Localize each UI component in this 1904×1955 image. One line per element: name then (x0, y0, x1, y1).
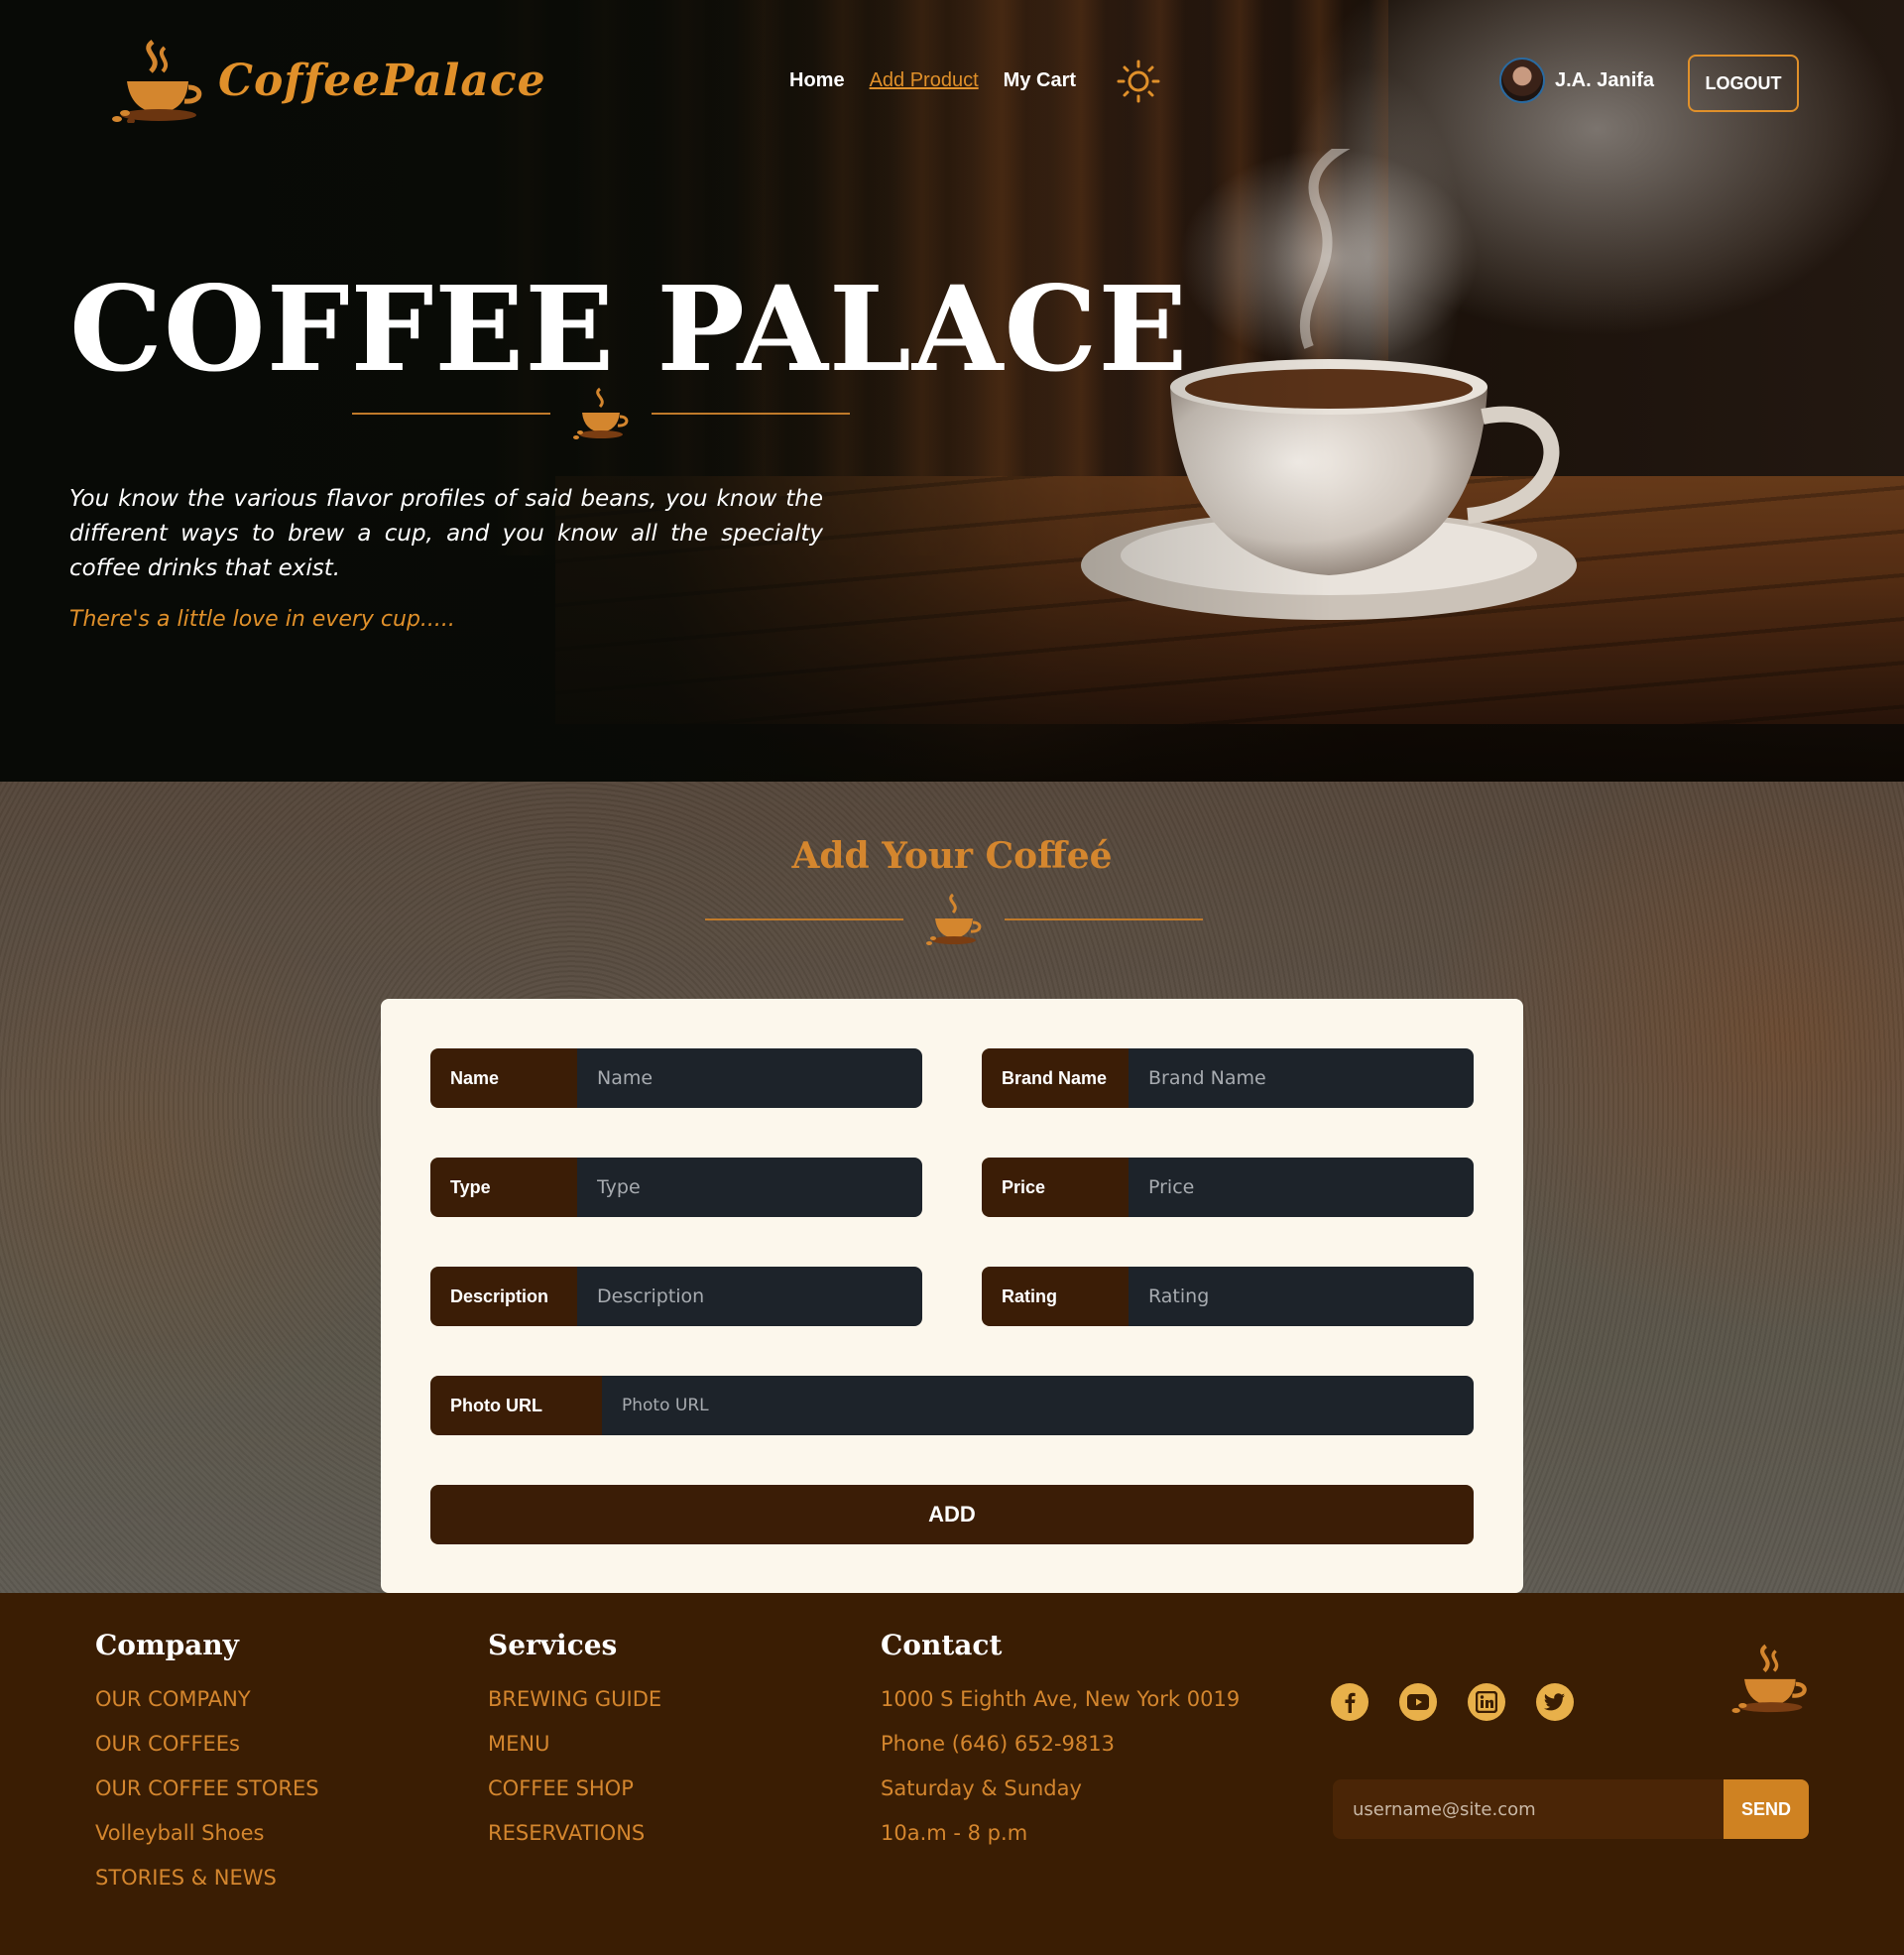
rating-input[interactable] (1129, 1267, 1474, 1326)
coffee-cup-footer-icon (1731, 1644, 1807, 1713)
footer-services-title: Services (488, 1629, 618, 1661)
footer-company-title: Company (95, 1629, 239, 1661)
brand-logo[interactable]: CoffeePalace (109, 38, 546, 123)
footer-link[interactable]: RESERVATIONS (488, 1811, 661, 1856)
sun-icon (1117, 60, 1160, 103)
price-label: Price (982, 1158, 1129, 1217)
rating-field: Rating (982, 1267, 1474, 1326)
contact-hours: 10a.m - 8 p.m (881, 1821, 1028, 1845)
price-input[interactable] (1129, 1158, 1474, 1217)
footer-services-column: Services BREWING GUIDE MENU COFFEE SHOP … (488, 1629, 661, 1856)
logout-button[interactable]: LOGOUT (1688, 55, 1799, 112)
divider-line (705, 918, 903, 920)
footer-link[interactable]: STORIES & NEWS (95, 1856, 319, 1900)
rating-label: Rating (982, 1267, 1129, 1326)
footer-contact-column: Contact 1000 S Eighth Ave, New York 0019… (881, 1629, 1240, 1856)
hero-tagline: There's a little love in every cup..... (69, 607, 455, 632)
brand-name-input[interactable] (1129, 1048, 1474, 1108)
top-navbar: CoffeePalace Home Add Product My Cart J.… (0, 0, 1904, 169)
coffee-cup-divider-icon (926, 893, 982, 945)
coffee-cup-divider-icon (573, 387, 629, 439)
footer-link[interactable]: OUR COFFEE STORES (95, 1767, 319, 1811)
price-field: Price (982, 1158, 1474, 1217)
photo-url-label: Photo URL (430, 1376, 602, 1435)
type-label: Type (430, 1158, 577, 1217)
add-coffee-form: Name Brand Name Type Price Description R… (381, 999, 1523, 1593)
brand-name-label: Brand Name (982, 1048, 1129, 1108)
theme-toggle-button[interactable] (1117, 60, 1160, 108)
footer-link[interactable]: BREWING GUIDE (488, 1677, 661, 1722)
contact-address: 1000 S Eighth Ave, New York 0019 (881, 1687, 1241, 1711)
photo-url-input[interactable] (602, 1376, 1474, 1435)
nav-my-cart-link[interactable]: My Cart (1004, 69, 1076, 92)
name-input[interactable] (577, 1048, 922, 1108)
brand-name: CoffeePalace (218, 55, 546, 106)
footer-link[interactable]: OUR COFFEEs (95, 1722, 319, 1767)
avatar (1499, 58, 1545, 103)
nav-add-product-link[interactable]: Add Product (870, 69, 979, 92)
description-field: Description (430, 1267, 922, 1326)
hero-title: COFFEE PALACE (69, 260, 1189, 398)
youtube-icon[interactable] (1399, 1683, 1437, 1721)
type-input[interactable] (577, 1158, 922, 1217)
hero-section: CoffeePalace Home Add Product My Cart J.… (0, 0, 1904, 782)
hero-description: You know the various flavor profiles of … (69, 486, 823, 581)
newsletter-email-input[interactable] (1333, 1779, 1724, 1839)
footer-link[interactable]: MENU (488, 1722, 661, 1767)
divider-line (652, 413, 850, 415)
twitter-icon[interactable] (1536, 1683, 1574, 1721)
nav-home-link[interactable]: Home (789, 69, 845, 92)
user-profile[interactable]: J.A. Janifa (1499, 58, 1654, 103)
type-field: Type (430, 1158, 922, 1217)
photo-url-field: Photo URL (430, 1376, 1474, 1435)
hero-divider (352, 387, 850, 440)
social-links (1331, 1683, 1574, 1721)
contact-phone: Phone (646) 652-9813 (881, 1732, 1115, 1756)
footer-link[interactable]: OUR COMPANY (95, 1677, 319, 1722)
divider-line (352, 413, 550, 415)
contact-days: Saturday & Sunday (881, 1776, 1082, 1800)
main-menu: Home Add Product My Cart (789, 69, 1076, 92)
brand-name-field: Brand Name (982, 1048, 1474, 1108)
send-button[interactable]: SEND (1724, 1779, 1809, 1839)
footer-link[interactable]: COFFEE SHOP (488, 1767, 661, 1811)
footer-contact-title: Contact (881, 1629, 1003, 1661)
add-button[interactable]: ADD (430, 1485, 1474, 1544)
footer-company-column: Company OUR COMPANY OUR COFFEEs OUR COFF… (95, 1629, 319, 1900)
linkedin-icon[interactable] (1468, 1683, 1505, 1721)
form-title: Add Your Coffeé (791, 835, 1113, 877)
user-name: J.A. Janifa (1555, 68, 1655, 91)
facebook-icon[interactable] (1331, 1683, 1368, 1721)
newsletter-form: SEND (1333, 1779, 1809, 1839)
name-field: Name (430, 1048, 922, 1108)
description-label: Description (430, 1267, 577, 1326)
description-input[interactable] (577, 1267, 922, 1326)
name-label: Name (430, 1048, 577, 1108)
coffee-cup-logo-icon (112, 39, 202, 123)
footer: Company OUR COMPANY OUR COFFEEs OUR COFF… (0, 1593, 1904, 1955)
divider-line (1005, 918, 1203, 920)
footer-link[interactable]: Volleyball Shoes (95, 1811, 319, 1856)
form-divider (705, 893, 1203, 946)
